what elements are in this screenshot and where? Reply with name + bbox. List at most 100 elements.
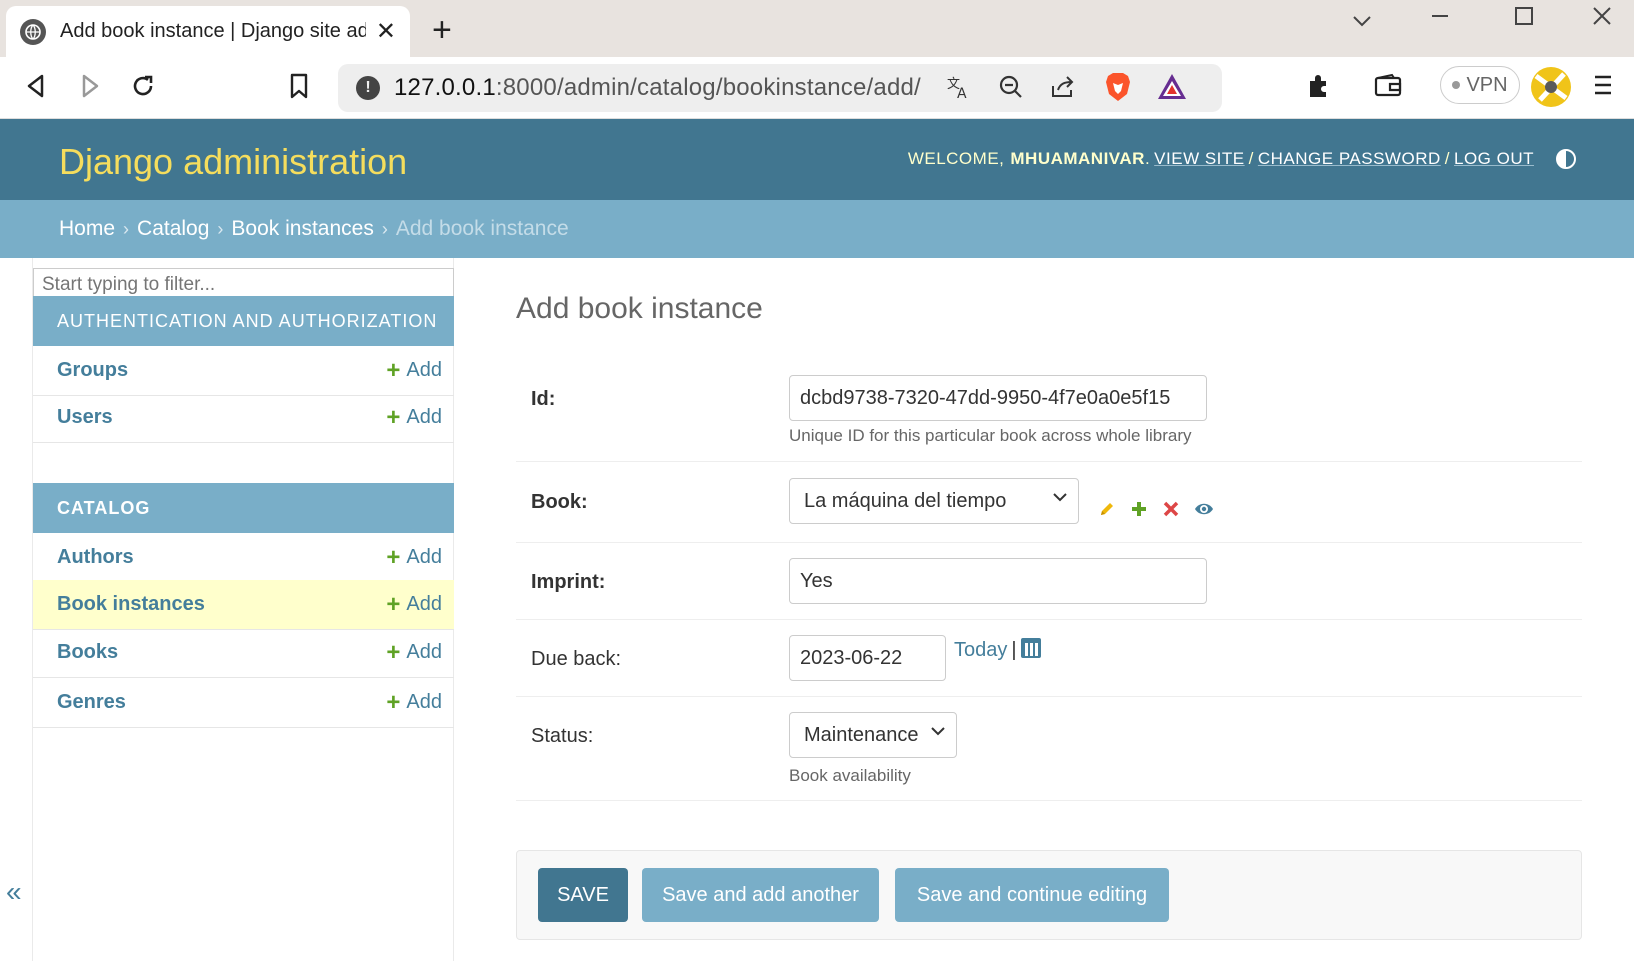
add-authors-link[interactable]: + Add bbox=[386, 543, 442, 571]
site-brand[interactable]: Django administration bbox=[59, 141, 407, 183]
add-icon: + bbox=[386, 543, 401, 571]
breadcrumb-separator: › bbox=[381, 218, 388, 239]
globe-icon bbox=[20, 18, 46, 45]
save-and-continue-editing-button[interactable]: Save and continue editing bbox=[895, 868, 1169, 922]
browser-tab[interactable]: Add book instance | Django site admin ✕ bbox=[6, 6, 410, 57]
related-widget-actions bbox=[1098, 500, 1213, 524]
breadcrumb: Home › Catalog › Book instances › Add bo… bbox=[0, 200, 1634, 258]
brave-shield-icon[interactable] bbox=[1104, 72, 1132, 109]
django-header: Django administration WELCOME, MHUAMANIV… bbox=[0, 119, 1634, 200]
model-link-books[interactable]: Books bbox=[57, 641, 386, 664]
add-label: Add bbox=[406, 546, 442, 568]
module-caption-auth[interactable]: AUTHENTICATION AND AUTHORIZATION bbox=[33, 296, 454, 346]
model-link-authors[interactable]: Authors bbox=[57, 546, 386, 569]
share-icon[interactable] bbox=[1050, 74, 1076, 107]
add-books-link[interactable]: + Add bbox=[386, 638, 442, 666]
view-related-eye-icon[interactable] bbox=[1194, 500, 1213, 524]
user-tools-separator: / bbox=[1248, 149, 1254, 168]
add-users-link[interactable]: + Add bbox=[386, 405, 442, 429]
breadcrumb-home[interactable]: Home bbox=[59, 217, 115, 241]
add-icon: + bbox=[386, 590, 401, 618]
model-link-users[interactable]: Users bbox=[57, 406, 386, 429]
id-input[interactable]: dcbd9738-7320-47dd-9950-4f7e0a0e5f15 bbox=[789, 375, 1207, 421]
form-row-imprint: Imprint: Yes bbox=[516, 543, 1582, 620]
menu-icon[interactable] bbox=[1594, 73, 1612, 103]
sidebar-item-users: Users + Add bbox=[33, 393, 454, 443]
imprint-label: Imprint: bbox=[531, 571, 606, 593]
log-out-link[interactable]: LOG OUT bbox=[1454, 149, 1534, 169]
toggle-nav-sidebar-button[interactable]: « bbox=[6, 876, 22, 908]
model-link-genres[interactable]: Genres bbox=[57, 691, 386, 714]
change-related-pencil-icon[interactable] bbox=[1098, 500, 1116, 524]
due-back-label: Due back: bbox=[531, 648, 622, 670]
bookmark-icon[interactable] bbox=[288, 73, 310, 105]
sidebar-item-groups: Groups + Add bbox=[33, 346, 454, 396]
extensions-icon[interactable] bbox=[1306, 73, 1332, 105]
wallet-icon[interactable] bbox=[1374, 73, 1402, 105]
today-link[interactable]: Today bbox=[954, 639, 1007, 661]
vpn-label: VPN bbox=[1466, 73, 1508, 96]
add-label: Add bbox=[406, 406, 442, 428]
add-genres-link[interactable]: + Add bbox=[386, 688, 442, 716]
add-related-plus-icon[interactable] bbox=[1130, 500, 1148, 524]
calendar-icon[interactable] bbox=[1020, 638, 1041, 658]
user-tools: WELCOME, MHUAMANIVAR. VIEW SITE / CHANGE… bbox=[908, 149, 1576, 169]
nav-sidebar: AUTHENTICATION AND AUTHORIZATION Groups … bbox=[32, 258, 454, 961]
save-button[interactable]: SAVE bbox=[538, 868, 628, 922]
window-close-icon[interactable] bbox=[1592, 6, 1612, 32]
add-label: Add bbox=[406, 359, 442, 381]
id-help-text: Unique ID for this particular book acros… bbox=[789, 426, 1192, 445]
book-select[interactable]: La máquina del tiempo bbox=[789, 478, 1079, 524]
add-label: Add bbox=[406, 593, 442, 615]
translate-icon[interactable]: 文A bbox=[946, 74, 972, 107]
status-label: Status: bbox=[531, 725, 594, 747]
chevron-down-icon bbox=[1052, 489, 1068, 510]
breadcrumb-separator: › bbox=[123, 218, 130, 239]
view-site-link[interactable]: VIEW SITE bbox=[1154, 149, 1244, 169]
save-and-add-another-button[interactable]: Save and add another bbox=[642, 868, 879, 922]
module-caption-catalog[interactable]: CATALOG bbox=[33, 483, 454, 533]
browser-toolbar: ! 127.0.0.1:8000/admin/catalog/bookinsta… bbox=[0, 57, 1634, 119]
theme-toggle-icon[interactable] bbox=[1556, 149, 1576, 169]
zoom-out-icon[interactable] bbox=[998, 74, 1024, 107]
add-book-instances-link[interactable]: + Add bbox=[386, 590, 442, 618]
url-text: 127.0.0.1:8000/admin/catalog/bookinstanc… bbox=[394, 74, 921, 101]
sidebar-item-books: Books + Add bbox=[33, 628, 454, 678]
add-label: Add bbox=[406, 641, 442, 663]
site-info-icon[interactable]: ! bbox=[356, 76, 380, 100]
book-select-value: La máquina del tiempo bbox=[804, 489, 1007, 512]
model-link-groups[interactable]: Groups bbox=[57, 359, 386, 382]
due-back-input[interactable]: 2023-06-22 bbox=[789, 635, 946, 681]
change-password-link[interactable]: CHANGE PASSWORD bbox=[1258, 149, 1441, 169]
imprint-input[interactable]: Yes bbox=[789, 558, 1207, 604]
brave-rewards-icon[interactable] bbox=[1156, 72, 1188, 109]
vpn-button[interactable]: VPN bbox=[1440, 66, 1520, 104]
tab-search-chevron-icon[interactable] bbox=[1352, 8, 1372, 34]
add-icon: + bbox=[386, 638, 401, 666]
sidebar-item-book-instances: Book instances + Add bbox=[33, 580, 454, 630]
minimize-icon[interactable] bbox=[1430, 6, 1450, 32]
breadcrumb-book-instances[interactable]: Book instances bbox=[231, 217, 373, 241]
address-bar[interactable]: ! 127.0.0.1:8000/admin/catalog/bookinsta… bbox=[338, 64, 1222, 112]
profile-avatar[interactable] bbox=[1530, 66, 1572, 114]
delete-related-x-icon[interactable] bbox=[1162, 500, 1180, 524]
model-link-book-instances[interactable]: Book instances bbox=[57, 593, 386, 616]
breadcrumb-catalog[interactable]: Catalog bbox=[137, 217, 209, 241]
tab-title: Add book instance | Django site admin bbox=[60, 20, 366, 42]
reload-icon[interactable] bbox=[130, 73, 156, 105]
forward-icon[interactable] bbox=[78, 73, 102, 105]
browser-tabstrip: Add book instance | Django site admin ✕ … bbox=[0, 0, 1634, 57]
add-groups-link[interactable]: + Add bbox=[386, 358, 442, 382]
new-tab-button[interactable]: + bbox=[432, 12, 452, 48]
sidebar-item-authors: Authors + Add bbox=[33, 533, 454, 583]
chevron-down-icon bbox=[930, 723, 946, 744]
username: MHUAMANIVAR bbox=[1010, 149, 1145, 168]
tab-close-icon[interactable]: ✕ bbox=[376, 17, 396, 46]
status-help-text: Book availability bbox=[789, 766, 911, 785]
date-shortcuts: Today | bbox=[954, 638, 1041, 662]
maximize-icon[interactable] bbox=[1514, 6, 1534, 32]
back-icon[interactable] bbox=[24, 73, 48, 105]
status-select[interactable]: Maintenance bbox=[789, 712, 957, 758]
add-icon: + bbox=[386, 688, 401, 716]
breadcrumb-separator: › bbox=[217, 218, 224, 239]
